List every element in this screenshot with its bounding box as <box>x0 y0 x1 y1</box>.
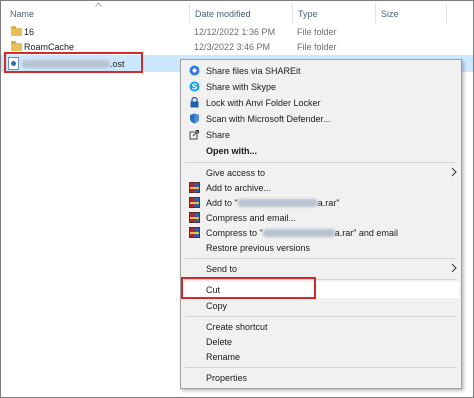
menu-item-add-to-rar[interactable]: Add to " a.rar" <box>181 196 461 210</box>
share-icon <box>189 130 199 140</box>
menu-item-share[interactable]: Share <box>181 128 461 142</box>
file-name: RoamCache <box>24 42 75 52</box>
menu-item-compress-to-rar-email[interactable]: Compress to " a.rar" and email <box>181 226 461 240</box>
menu-item-restore-versions[interactable]: Restore previous versions <box>181 241 461 255</box>
folder-icon <box>11 41 22 51</box>
column-size[interactable]: Size <box>381 9 399 19</box>
chevron-right-icon <box>451 167 457 177</box>
menu-item-send-to[interactable]: Send to <box>181 262 461 276</box>
file-date: 12/3/2022 3:46 PM <box>194 42 271 52</box>
file-date: 12/12/2022 1:36 PM <box>194 27 276 37</box>
menu-item-add-archive[interactable]: Add to archive... <box>181 181 461 195</box>
menu-item-lock-anvi[interactable]: Lock with Anvi Folder Locker <box>181 96 461 110</box>
highlight-box-cut <box>181 277 316 299</box>
redacted-email <box>237 199 318 207</box>
menu-separator <box>185 367 457 368</box>
column-type[interactable]: Type <box>298 9 318 19</box>
file-name: 16 <box>24 27 35 37</box>
menu-item-compress-email[interactable]: Compress and email... <box>181 211 461 225</box>
highlight-box-file <box>4 52 143 73</box>
sort-caret-icon[interactable] <box>95 2 102 7</box>
chevron-right-icon <box>451 263 457 273</box>
redacted-email <box>262 229 335 237</box>
column-divider[interactable] <box>446 3 447 23</box>
menu-item-rename[interactable]: Rename <box>181 350 461 364</box>
file-type: File folder <box>297 27 337 37</box>
shield-icon <box>190 113 199 124</box>
column-name[interactable]: Name <box>10 9 34 19</box>
winrar-icon <box>189 227 200 238</box>
lock-icon <box>190 97 199 108</box>
column-divider[interactable] <box>375 3 376 23</box>
shareit-icon <box>189 65 200 76</box>
column-divider[interactable] <box>292 3 293 23</box>
context-menu: Share files via SHAREit S Share with Sky… <box>180 59 462 389</box>
menu-item-share-shareit[interactable]: Share files via SHAREit <box>181 64 461 78</box>
menu-item-open-with[interactable]: Open with... <box>181 144 461 158</box>
menu-item-give-access[interactable]: Give access to <box>181 166 461 180</box>
menu-separator <box>185 258 457 259</box>
svg-text:S: S <box>192 82 198 91</box>
file-row[interactable]: 16 12/12/2022 1:36 PM File folder <box>1 25 473 39</box>
column-date-modified[interactable]: Date modified <box>195 9 251 19</box>
winrar-icon <box>189 197 200 208</box>
skype-icon: S <box>189 81 200 92</box>
menu-separator <box>185 316 457 317</box>
menu-separator <box>185 162 457 163</box>
winrar-icon <box>189 212 200 223</box>
winrar-icon <box>189 182 200 193</box>
menu-item-properties[interactable]: Properties <box>181 371 461 385</box>
menu-item-share-skype[interactable]: S Share with Skype <box>181 80 461 94</box>
menu-item-delete[interactable]: Delete <box>181 335 461 349</box>
menu-item-copy[interactable]: Copy <box>181 299 461 313</box>
menu-item-scan-defender[interactable]: Scan with Microsoft Defender... <box>181 112 461 126</box>
folder-icon <box>11 26 22 36</box>
column-divider[interactable] <box>189 3 190 23</box>
column-header: Name Date modified Type Size <box>1 1 473 23</box>
file-type: File folder <box>297 42 337 52</box>
menu-item-create-shortcut[interactable]: Create shortcut <box>181 320 461 334</box>
